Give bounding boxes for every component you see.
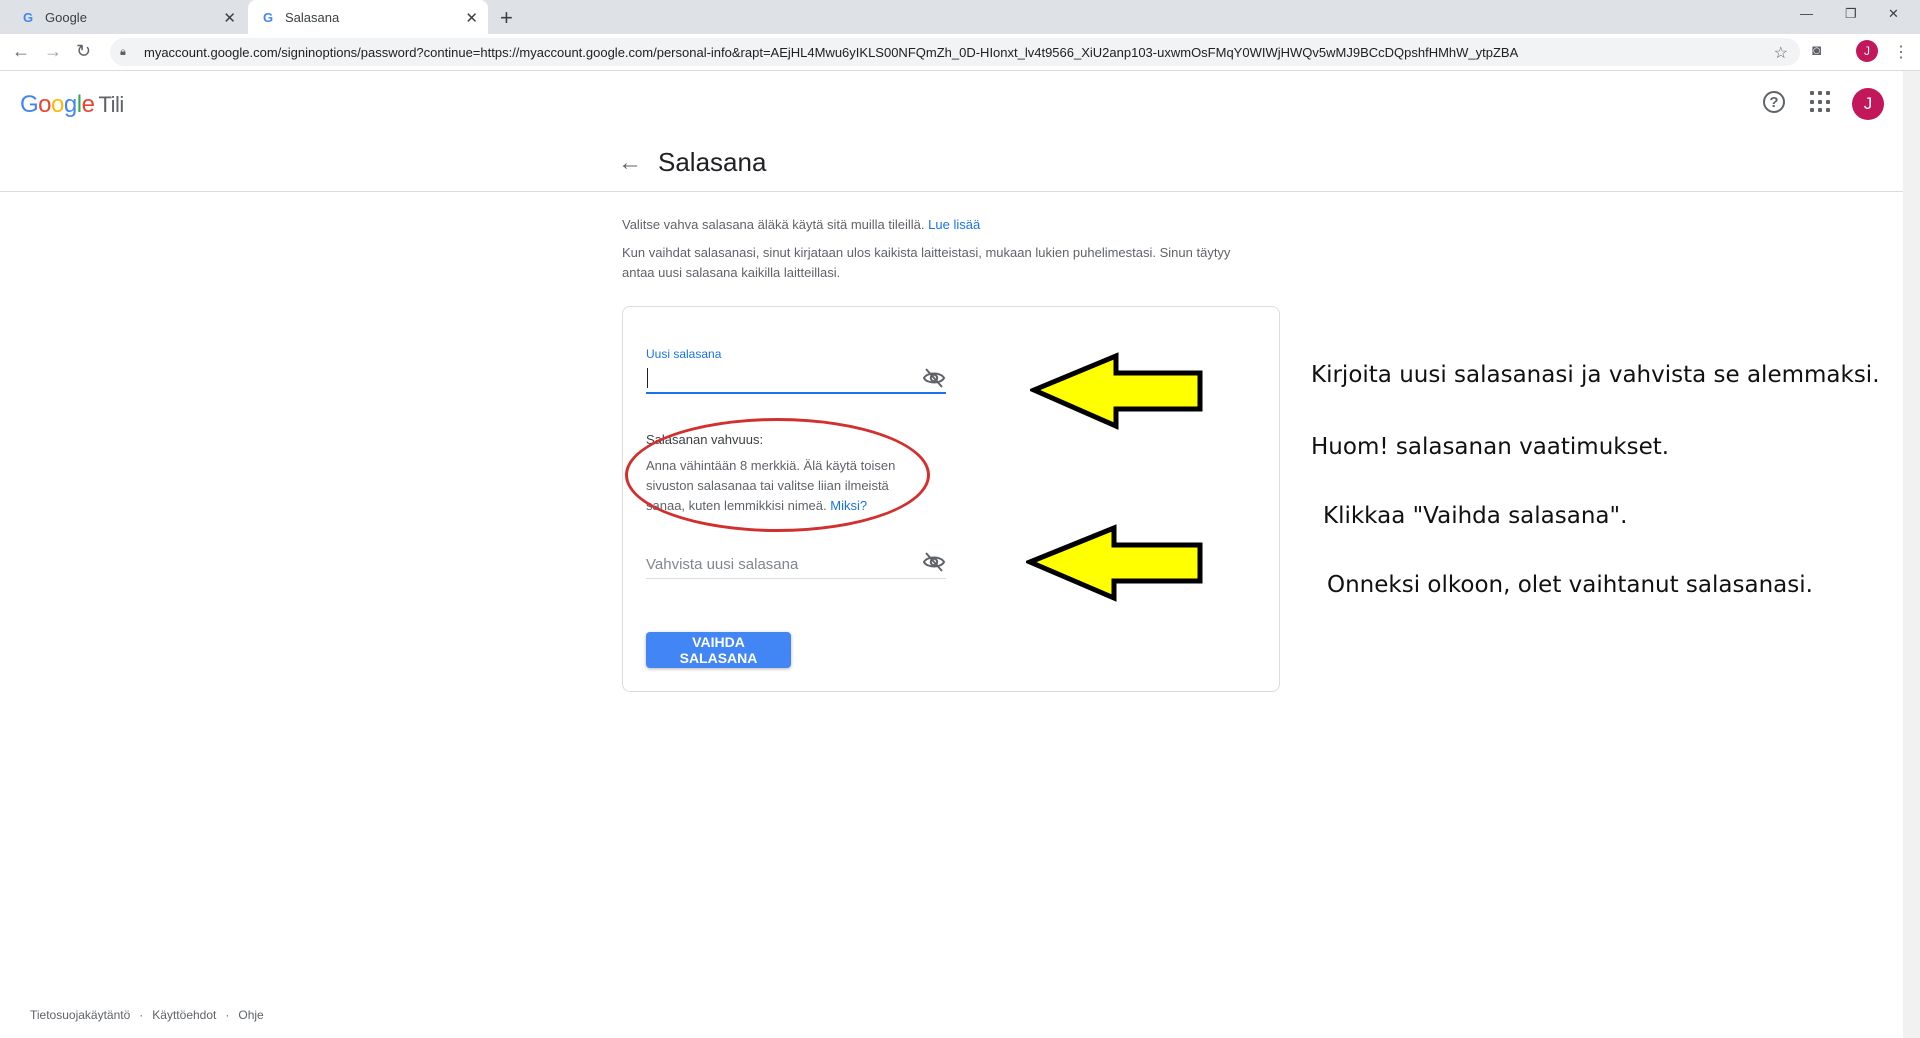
page-scrollbar[interactable]	[1903, 71, 1920, 1038]
google-favicon-icon: G	[262, 9, 274, 25]
change-password-button[interactable]: VAIHDA SALASANA	[646, 632, 791, 668]
forward-icon[interactable]: →	[44, 41, 62, 62]
footer-separator: ·	[225, 1008, 230, 1022]
intro-line1: Valitse vahva salasana äläkä käytä sitä …	[622, 217, 925, 232]
browser-tab-strip: G Google ✕ G Salasana ✕ + — ❐ ✕	[0, 0, 1920, 34]
annotation-arrow-2	[1026, 524, 1203, 602]
toggle-visibility-icon[interactable]	[922, 550, 946, 574]
annotation-arrow-1	[1030, 352, 1203, 430]
text-caret	[647, 368, 648, 388]
terms-link[interactable]: Käyttöehdot	[152, 1008, 216, 1022]
google-account-logo[interactable]: Google Tili	[20, 91, 124, 119]
app-header: Google Tili ? J ← Salasana	[0, 71, 1903, 192]
browser-toolbar: ← → ↻ 🔒︎ myaccount.google.com/signinopti…	[0, 34, 1920, 71]
reload-icon[interactable]: ↻	[76, 41, 91, 62]
bookmark-star-icon[interactable]: ☆	[1774, 43, 1788, 63]
google-favicon-icon: G	[22, 9, 34, 25]
camera-icon[interactable]: ◙	[1812, 42, 1821, 59]
apps-grid-icon[interactable]	[1810, 91, 1832, 113]
new-tab-button[interactable]: +	[500, 5, 513, 31]
why-link[interactable]: Miksi?	[830, 498, 867, 513]
lock-icon: 🔒︎	[120, 45, 126, 58]
strength-requirements: Anna vähintään 8 merkkiä. Älä käytä tois…	[646, 456, 926, 516]
back-icon[interactable]: ←	[12, 41, 30, 62]
intro-line2: Kun vaihdat salasanasi, sinut kirjataan …	[622, 245, 1231, 280]
annotation-note-2: Huom! salasanan vaatimukset.	[1311, 434, 1670, 460]
tab-google[interactable]: G Google ✕	[8, 0, 246, 34]
confirm-password-input[interactable]: Vahvista uusi salasana	[646, 552, 946, 579]
tab-title: Salasana	[285, 9, 340, 25]
restore-icon[interactable]: ❐	[1845, 6, 1857, 22]
page-title: Salasana	[658, 147, 767, 177]
toggle-visibility-icon[interactable]	[922, 366, 946, 390]
annotation-note-4: Onneksi olkoon, olet vaihtanut salasanas…	[1327, 572, 1813, 598]
help-icon[interactable]: ?	[1763, 91, 1785, 113]
annotation-note-1: Kirjoita uusi salasanasi ja vahvista se …	[1311, 362, 1880, 388]
intro-text: Valitse vahva salasana äläkä käytä sitä …	[622, 217, 980, 232]
footer: Tietosuojakäytäntö · Käyttöehdot · Ohje	[30, 1008, 264, 1022]
close-window-icon[interactable]: ✕	[1888, 6, 1899, 22]
new-password-label: Uusi salasana	[646, 347, 722, 361]
url-text: myaccount.google.com/signinoptions/passw…	[144, 44, 1519, 60]
address-bar[interactable]: 🔒︎ myaccount.google.com/signinoptions/pa…	[110, 38, 1800, 66]
browser-menu-icon[interactable]: ⋮	[1893, 42, 1909, 62]
strength-title: Salasanan vahvuus:	[646, 432, 764, 447]
close-tab-icon[interactable]: ✕	[465, 9, 478, 27]
annotation-note-3: Klikkaa "Vaihda salasana".	[1323, 503, 1628, 529]
minimize-icon[interactable]: —	[1800, 6, 1813, 21]
privacy-link[interactable]: Tietosuojakäytäntö	[30, 1008, 130, 1022]
back-arrow-icon[interactable]: ←	[618, 149, 642, 177]
close-tab-icon[interactable]: ✕	[223, 9, 236, 27]
help-link[interactable]: Ohje	[238, 1008, 263, 1022]
new-password-input[interactable]	[646, 364, 946, 394]
footer-separator: ·	[139, 1008, 144, 1022]
tab-salasana[interactable]: G Salasana ✕	[248, 0, 488, 34]
learn-more-link[interactable]: Lue lisää	[928, 217, 980, 232]
browser-profile-avatar[interactable]: J	[1856, 40, 1878, 62]
confirm-password-placeholder: Vahvista uusi salasana	[646, 556, 799, 573]
tab-title: Google	[45, 9, 87, 25]
account-avatar[interactable]: J	[1852, 88, 1884, 120]
product-name: Tili	[98, 92, 124, 117]
